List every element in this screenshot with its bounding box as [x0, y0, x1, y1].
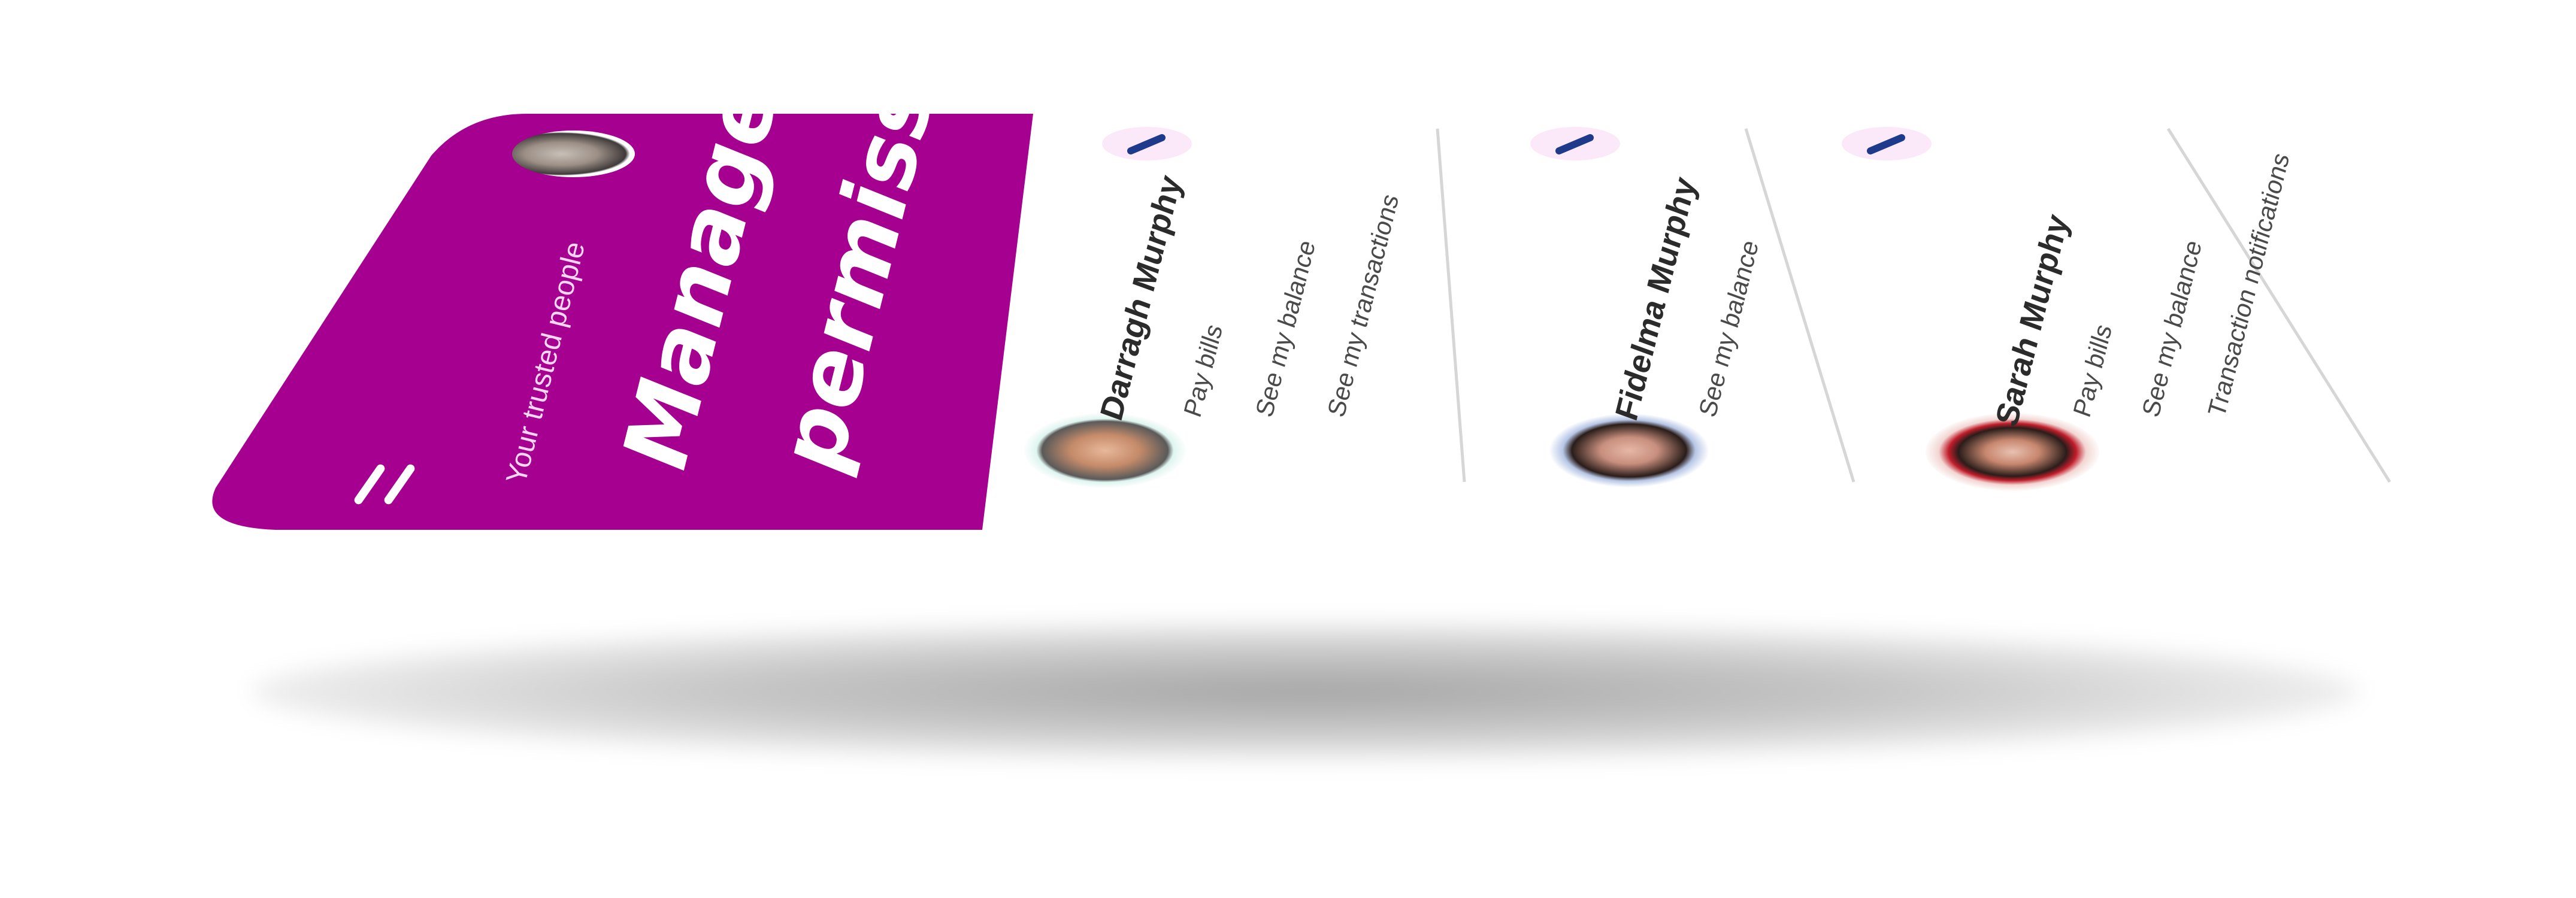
edit-button[interactable]	[1842, 127, 1932, 160]
avatar	[1024, 413, 1186, 488]
header-panel	[0, 0, 2576, 898]
pencil-icon	[1555, 134, 1594, 154]
profile-avatar[interactable]	[512, 131, 635, 177]
pencil-icon	[1867, 134, 1905, 154]
permissions-card: Your trusted people Manage permissions D…	[0, 0, 2576, 898]
edit-button[interactable]	[1102, 127, 1192, 160]
avatar	[1548, 413, 1710, 488]
edit-button[interactable]	[1530, 127, 1620, 160]
pencil-icon	[1127, 134, 1166, 154]
screen: Your trusted people Manage permissions D…	[0, 0, 2576, 898]
